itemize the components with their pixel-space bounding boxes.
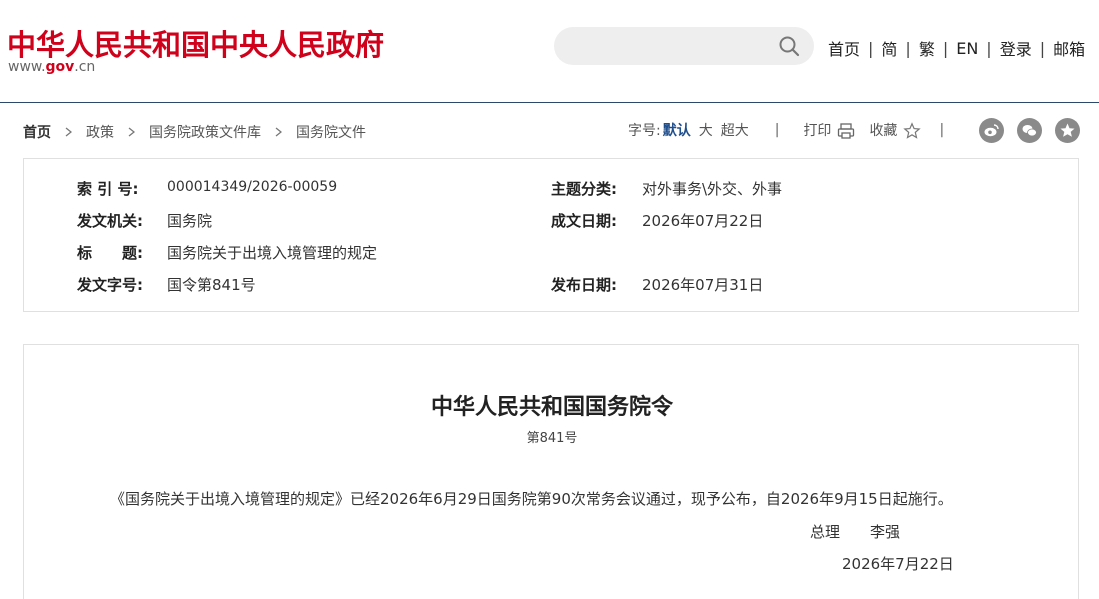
title-label: 标 题: xyxy=(77,244,143,262)
index-number-label: 索 引 号: xyxy=(77,180,139,198)
topic-value: 对外事务\外交、外事 xyxy=(642,180,783,198)
url-prefix: www. xyxy=(8,59,46,75)
wechat-share-button[interactable] xyxy=(1017,118,1042,143)
site-title[interactable]: 中华人民共和国中央人民政府 xyxy=(7,22,384,64)
font-size-default[interactable]: 默认 xyxy=(663,120,691,140)
breadcrumb-policy-library[interactable]: 国务院政策文件库 xyxy=(149,122,261,142)
site-header: 中华人民共和国中央人民政府 www.gov.cn 首页 | 简 | 繁 | EN… xyxy=(0,0,1099,103)
nav-separator: | xyxy=(942,38,949,58)
search-icon[interactable] xyxy=(778,35,800,57)
url-suffix: .cn xyxy=(74,59,96,75)
publish-date-label: 发布日期: xyxy=(551,276,617,294)
publish-date-value: 2026年07月31日 xyxy=(642,276,764,294)
star-icon xyxy=(903,122,922,139)
print-label: 打印 xyxy=(803,123,832,139)
nav-traditional-link[interactable]: 繁 xyxy=(919,36,935,60)
search-input[interactable] xyxy=(570,35,770,57)
signer-title: 总理 xyxy=(810,523,841,541)
star-filled-icon xyxy=(1060,123,1075,137)
tools-separator: | xyxy=(774,122,780,138)
print-button[interactable]: 打印 xyxy=(803,120,855,140)
title-value: 国务院关于出境入境管理的规定 xyxy=(167,244,378,262)
document-signer: 总理 李强 xyxy=(810,521,900,542)
document-info-table: 索 引 号: 000014349/2026-00059 主题分类: 对外事务\外… xyxy=(23,158,1079,312)
topic-label: 主题分类: xyxy=(551,180,617,198)
written-date-value: 2026年07月22日 xyxy=(642,212,764,230)
doc-number-value: 国令第841号 xyxy=(167,276,256,294)
nav-separator: | xyxy=(868,38,874,58)
chevron-right-icon xyxy=(275,127,282,137)
printer-icon xyxy=(838,123,855,139)
font-size-label: 字号: xyxy=(628,123,661,139)
nav-login-link[interactable]: 登录 xyxy=(1000,36,1032,60)
weibo-share-button[interactable] xyxy=(979,118,1004,143)
nav-simplified-link[interactable]: 简 xyxy=(881,36,897,60)
document-number: 第841号 xyxy=(526,431,578,446)
favorite-share-button[interactable] xyxy=(1055,118,1080,143)
document-title: 中华人民共和国国务院令 xyxy=(430,394,673,420)
search-box xyxy=(554,27,814,65)
document-body: 《国务院关于出境入境管理的规定》已经2026年6月29日国务院第90次常务会议通… xyxy=(110,490,953,508)
tools-separator: | xyxy=(939,122,945,138)
document-date: 2026年7月22日 xyxy=(842,555,954,573)
site-url[interactable]: www.gov.cn xyxy=(8,59,95,75)
breadcrumb-bar: 首页 政策 国务院政策文件库 国务院文件 字号: 默认 大 超大 | 打印 收藏… xyxy=(0,104,1099,156)
wechat-icon xyxy=(1022,125,1037,137)
weibo-icon xyxy=(984,124,999,137)
nav-english-link[interactable]: EN xyxy=(956,39,978,58)
nav-separator: | xyxy=(986,38,992,58)
favorite-button[interactable]: 收藏 xyxy=(869,120,922,140)
breadcrumb: 首页 政策 国务院政策文件库 国务院文件 xyxy=(23,122,366,142)
font-size-large[interactable]: 大 xyxy=(699,120,713,140)
index-number-value: 000014349/2026-00059 xyxy=(167,179,338,195)
document-content: 中华人民共和国国务院令 第841号 《国务院关于出境入境管理的规定》已经2026… xyxy=(23,344,1079,599)
top-nav: 首页 | 简 | 繁 | EN | 登录 | 邮箱 xyxy=(828,36,1085,60)
signer-name: 李强 xyxy=(870,523,901,541)
nav-separator: | xyxy=(1039,38,1046,58)
breadcrumb-home[interactable]: 首页 xyxy=(23,122,51,142)
nav-mail-link[interactable]: 邮箱 xyxy=(1053,36,1085,60)
chevron-right-icon xyxy=(65,127,72,137)
doc-number-label: 发文字号: xyxy=(77,276,143,294)
issuer-label: 发文机关: xyxy=(77,212,143,230)
nav-home-link[interactable]: 首页 xyxy=(828,36,860,60)
font-size-xlarge[interactable]: 超大 xyxy=(721,120,749,140)
favorite-label: 收藏 xyxy=(869,123,898,139)
url-gov: gov xyxy=(45,59,75,75)
issuer-value: 国务院 xyxy=(167,212,213,230)
written-date-label: 成文日期: xyxy=(551,212,617,230)
chevron-right-icon xyxy=(128,127,135,137)
page-tools: 字号: 默认 大 超大 | 打印 收藏 | xyxy=(628,120,944,140)
nav-separator: | xyxy=(905,38,911,58)
breadcrumb-policy[interactable]: 政策 xyxy=(86,122,114,142)
breadcrumb-state-council-docs[interactable]: 国务院文件 xyxy=(296,122,366,142)
